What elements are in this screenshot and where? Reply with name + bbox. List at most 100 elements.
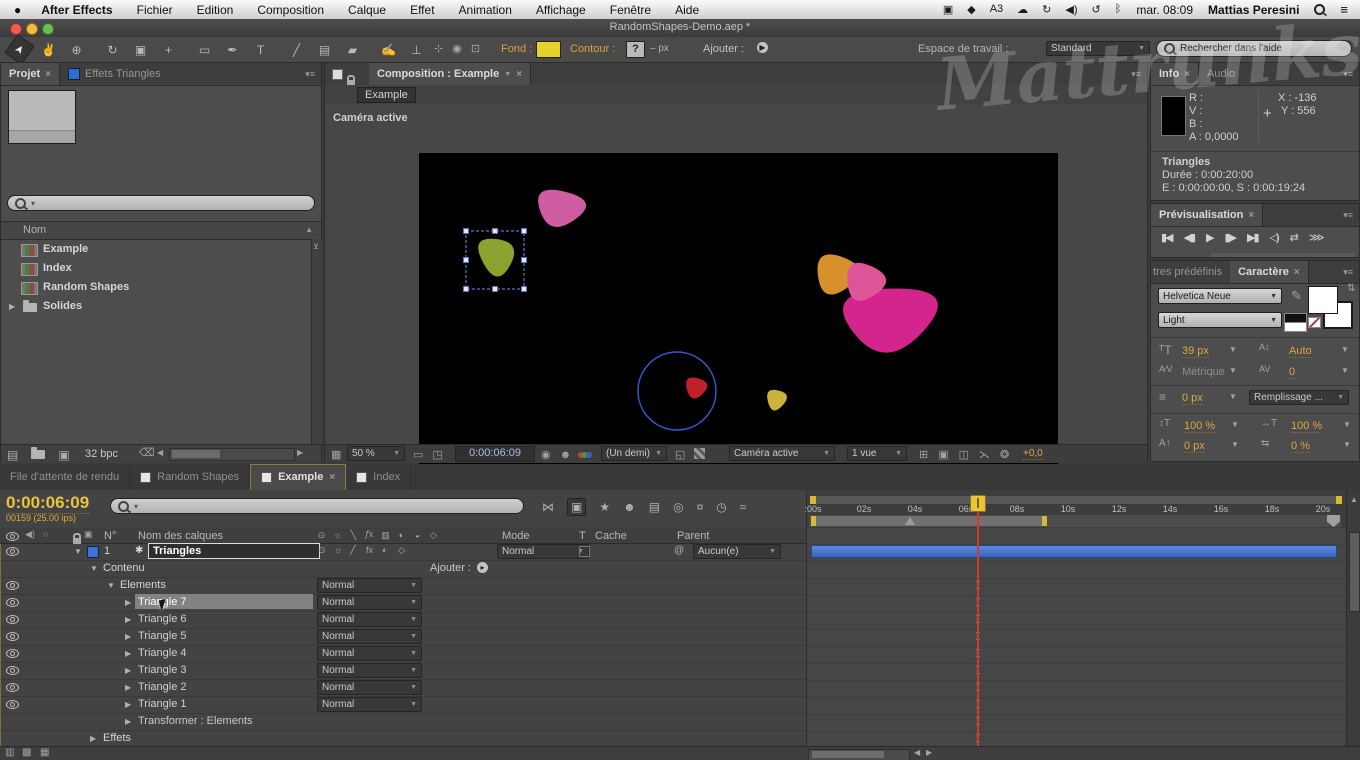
time-ruler[interactable]: :00s02s04s06s08s10s12s14s16s18s20s xyxy=(806,490,1347,528)
font-size-value[interactable]: 39 px xyxy=(1182,345,1209,358)
timeline-tab-random-shapes[interactable]: Random Shapes xyxy=(130,465,250,490)
menu-affichage[interactable]: Affichage xyxy=(536,3,586,17)
tsume-value[interactable]: 0 % xyxy=(1291,440,1310,453)
expander-icon[interactable]: ▼ xyxy=(90,564,98,573)
camera-tool[interactable]: ▣ xyxy=(130,40,151,59)
dropbox-icon[interactable]: ◆ xyxy=(967,3,975,16)
roto-brush-tool[interactable]: ✍ xyxy=(378,40,399,59)
menu-calque[interactable]: Calque xyxy=(348,3,386,17)
menu-fen-tre[interactable]: Fenêtre xyxy=(610,3,651,17)
time-machine-icon[interactable]: ↺ xyxy=(1092,3,1101,16)
no-color-icon[interactable] xyxy=(1308,317,1321,328)
work-area-end-handle[interactable] xyxy=(1042,516,1047,526)
panel-menu-icon[interactable]: ▾≡ xyxy=(1343,210,1353,221)
last-frame-button[interactable]: ▶▮ xyxy=(1247,231,1258,244)
view-count-dropdown[interactable]: 1 vue▼ xyxy=(847,446,907,461)
menu-animation[interactable]: Animation xyxy=(459,3,512,17)
exposure-value[interactable]: +0,0 xyxy=(1023,448,1043,460)
leading-value[interactable]: Auto xyxy=(1289,345,1312,358)
chevron-down-icon[interactable]: ▼ xyxy=(406,684,417,691)
expander-icon[interactable]: ▶ xyxy=(9,302,15,311)
work-area-track[interactable] xyxy=(809,515,1341,527)
blend-mode-dropdown[interactable]: Normal▼ xyxy=(317,680,422,695)
parent-dropdown[interactable]: Aucun(e)▼ xyxy=(693,544,781,559)
chevron-down-icon[interactable]: ▼ xyxy=(1231,421,1239,429)
apple-menu-icon[interactable]: ● xyxy=(14,3,21,17)
chevron-down-icon[interactable]: ▼ xyxy=(406,650,417,657)
label-color-swatch[interactable] xyxy=(87,546,99,558)
target-region-icon[interactable]: ◱ xyxy=(675,448,685,461)
expander-icon[interactable]: ▶ xyxy=(125,598,131,607)
expander-icon[interactable]: ▶ xyxy=(125,649,131,658)
font-family-dropdown[interactable]: Helvetica Neue▼ xyxy=(1158,288,1282,304)
menubar-clock[interactable]: mar. 08:09 xyxy=(1136,3,1193,17)
type-tool[interactable]: T xyxy=(250,40,271,59)
fill-color-swatch[interactable] xyxy=(536,41,561,58)
new-comp-icon[interactable]: ▣ xyxy=(58,448,69,462)
column-layer-name[interactable]: Nom des calques xyxy=(138,530,223,542)
kerning-value[interactable]: Métrique xyxy=(1182,366,1225,378)
viewer-current-time[interactable]: 0:00:06:09 xyxy=(455,446,535,462)
timeline-hscrollbar[interactable] xyxy=(808,749,910,760)
shy-icon[interactable]: ⊙ xyxy=(316,530,327,541)
add-shape-button[interactable]: ▸ xyxy=(477,562,488,573)
transparency-grid-icon[interactable] xyxy=(694,448,705,459)
close-icon[interactable]: × xyxy=(516,69,522,80)
volume-icon[interactable]: ◀) xyxy=(1065,3,1077,16)
solo-column-icon[interactable]: ○ xyxy=(43,530,48,539)
scroll-right-icon[interactable]: ▶ xyxy=(297,449,303,457)
expander-icon[interactable]: ▶ xyxy=(125,666,131,675)
visibility-eye-icon[interactable] xyxy=(6,632,19,641)
expander-icon[interactable]: ▶ xyxy=(125,683,131,692)
comp-marker-bin-icon[interactable] xyxy=(1327,515,1340,527)
blend-mode-dropdown[interactable]: Normal▼ xyxy=(317,629,422,644)
workspace-dropdown[interactable]: Standard▼ xyxy=(1046,41,1150,56)
blend-mode-dropdown[interactable]: Normal▼ xyxy=(497,544,589,559)
timeline-row-triangle-2[interactable]: ▶Triangle 2Normal▼ xyxy=(0,679,806,697)
tab-projet[interactable]: Projet× xyxy=(1,63,60,85)
chevron-down-icon[interactable]: ▼ xyxy=(406,616,417,623)
project-item-random-shapes[interactable]: Random Shapes xyxy=(1,278,309,297)
view-layout-camera-dropdown[interactable]: Caméra active▼ xyxy=(729,446,835,461)
auto-keyframe-icon[interactable]: ◷ xyxy=(716,500,726,514)
blend-mode-dropdown[interactable]: Normal▼ xyxy=(317,612,422,627)
swap-colors-icon[interactable]: ⇅ xyxy=(1347,284,1355,294)
always-preview-icon[interactable]: ▦ xyxy=(331,448,341,461)
pixel-aspect-icon[interactable]: ◫ xyxy=(959,448,969,461)
timeline-row-transformer-elements[interactable]: ▶Transformer : Elements xyxy=(0,713,806,731)
chevron-down-icon[interactable]: ▼ xyxy=(406,701,417,708)
chevron-down-icon[interactable]: ▼ xyxy=(1229,367,1237,375)
timeline-row-contenu[interactable]: ▼ContenuAjouter :▸ xyxy=(0,560,806,578)
chevron-down-icon[interactable]: ▼ xyxy=(1341,346,1349,354)
tab-audio[interactable]: Audio xyxy=(1199,63,1243,85)
composition-viewport[interactable] xyxy=(419,153,1058,486)
preview-scrollbar[interactable] xyxy=(1211,253,1355,257)
fx-icon[interactable]: fx xyxy=(364,530,375,541)
color-depth-label[interactable]: 32 bpc xyxy=(85,448,118,460)
expander-icon[interactable]: ▶ xyxy=(125,632,131,641)
display-icon[interactable]: ▣ xyxy=(943,3,953,16)
chevron-down-icon[interactable]: ▼ xyxy=(406,633,417,640)
expander-icon[interactable]: ▼ xyxy=(107,581,115,590)
window-titlebar[interactable]: RandomShapes-Demo.aep * xyxy=(0,19,1360,38)
resolution-dropdown[interactable]: (Un demi)▼ xyxy=(601,446,667,461)
visibility-eye-icon[interactable] xyxy=(6,581,19,590)
selection-handle[interactable] xyxy=(464,287,469,292)
panel-menu-icon[interactable]: ▾≡ xyxy=(1343,69,1353,80)
visibility-eye-icon[interactable] xyxy=(6,700,19,709)
scroll-up-icon[interactable]: ▲ xyxy=(305,225,313,234)
tracking-value[interactable]: 0 xyxy=(1289,366,1295,379)
stroke-width-value[interactable]: 0 px xyxy=(1182,392,1203,405)
current-time-display[interactable]: 0:00:06:09 xyxy=(6,493,89,514)
layer-name-field[interactable]: Triangles xyxy=(148,543,320,559)
project-item-example[interactable]: Example xyxy=(1,240,309,259)
tab-info[interactable]: Info× xyxy=(1151,63,1199,85)
font-style-dropdown[interactable]: Light▼ xyxy=(1158,312,1282,328)
timeline-navigator[interactable] xyxy=(809,495,1343,505)
visibility-eye-icon[interactable] xyxy=(6,615,19,624)
timeline-row-triangle-4[interactable]: ▶Triangle 4Normal▼ xyxy=(0,645,806,663)
menu-effet[interactable]: Effet xyxy=(410,3,434,17)
layer-switch-icon[interactable]: ╱ xyxy=(350,545,355,556)
help-search-input[interactable]: Rechercher dans l'aide xyxy=(1156,40,1352,57)
selection-handle[interactable] xyxy=(464,258,469,263)
